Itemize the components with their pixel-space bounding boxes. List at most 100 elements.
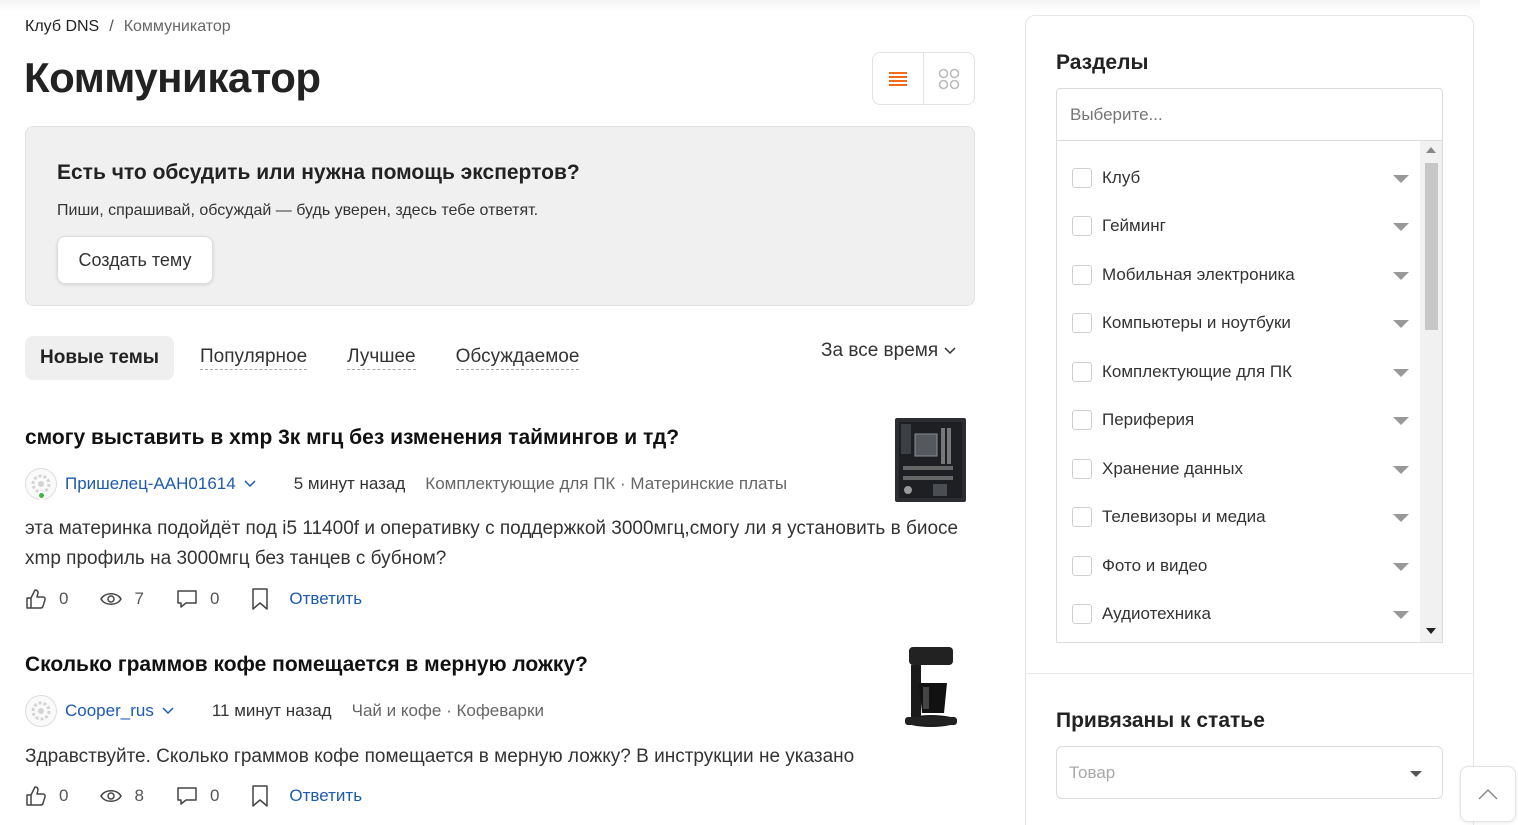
author-link[interactable]: Пришелец-AAH01614 bbox=[65, 474, 236, 494]
section-item[interactable]: Клуб bbox=[1072, 163, 1412, 193]
section-checkbox[interactable] bbox=[1072, 168, 1092, 188]
breadcrumb: Клуб DNS / Коммуникатор bbox=[25, 18, 231, 36]
topic-category-link[interactable]: Комплектующие для ПК · Материнские платы bbox=[425, 474, 787, 494]
section-checkbox[interactable] bbox=[1072, 556, 1092, 576]
chevron-down-icon bbox=[244, 480, 256, 488]
sections-scrollbar[interactable] bbox=[1420, 141, 1442, 642]
section-item[interactable]: Фото и видео bbox=[1072, 551, 1412, 581]
views: 8 bbox=[100, 786, 144, 806]
period-dropdown[interactable]: За все время bbox=[821, 340, 956, 362]
section-checkbox[interactable] bbox=[1072, 265, 1092, 285]
default-avatar-icon bbox=[31, 701, 51, 721]
reply-link[interactable]: Ответить bbox=[289, 589, 362, 609]
bookmark-button[interactable] bbox=[251, 588, 269, 610]
comments-button[interactable]: 0 bbox=[176, 589, 219, 609]
create-topic-promo: Есть что обсудить или нужна помощь экспе… bbox=[25, 126, 975, 306]
expand-triangle-icon[interactable] bbox=[1393, 320, 1409, 328]
view-switch bbox=[872, 52, 975, 105]
sidebar-divider bbox=[1026, 673, 1473, 674]
section-label: Мобильная электроника bbox=[1102, 265, 1295, 284]
scroll-to-top-button[interactable] bbox=[1460, 766, 1516, 822]
topic-category-link[interactable]: Чай и кофе · Кофеварки bbox=[352, 701, 544, 721]
section-item[interactable]: Хранение данных bbox=[1072, 454, 1412, 484]
tab-new-topics[interactable]: Новые темы bbox=[25, 336, 174, 380]
bookmark-icon bbox=[252, 588, 269, 610]
avatar[interactable] bbox=[25, 695, 57, 727]
expand-triangle-icon[interactable] bbox=[1393, 223, 1409, 231]
expand-triangle-icon[interactable] bbox=[1393, 466, 1409, 474]
section-checkbox[interactable] bbox=[1072, 507, 1092, 527]
comment-icon bbox=[177, 590, 197, 608]
section-checkbox[interactable] bbox=[1072, 313, 1092, 333]
author-menu-toggle[interactable] bbox=[162, 707, 174, 715]
expand-triangle-icon[interactable] bbox=[1393, 369, 1409, 377]
section-item[interactable]: Мобильная электроника bbox=[1072, 260, 1412, 290]
tab-best[interactable]: Лучшее bbox=[347, 346, 416, 370]
avatar[interactable] bbox=[25, 468, 57, 500]
topic-time: 11 минут назад bbox=[211, 701, 332, 720]
motherboard-image[interactable] bbox=[893, 416, 968, 504]
topic-card: смогу выставить в xmp 3к мгц без изменен… bbox=[25, 418, 975, 616]
section-label: Периферия bbox=[1102, 410, 1195, 429]
section-checkbox[interactable] bbox=[1072, 362, 1092, 382]
section-item[interactable]: Аудиотехника bbox=[1072, 599, 1412, 629]
section-item[interactable]: Гейминг bbox=[1072, 211, 1412, 241]
section-item[interactable]: Компьютеры и ноутбуки bbox=[1072, 308, 1412, 338]
author-menu-toggle[interactable] bbox=[244, 480, 256, 488]
comment-count: 0 bbox=[209, 589, 220, 608]
bookmark-button[interactable] bbox=[251, 785, 269, 807]
section-checkbox[interactable] bbox=[1072, 216, 1092, 236]
sections-list: Клуб Гейминг Мобильная электроника Компь… bbox=[1056, 141, 1443, 643]
section-checkbox[interactable] bbox=[1072, 459, 1092, 479]
expand-triangle-icon[interactable] bbox=[1393, 272, 1409, 280]
topic-time: 5 минут назад bbox=[293, 474, 406, 493]
thumbs-up-icon bbox=[26, 589, 46, 609]
expand-triangle-icon[interactable] bbox=[1393, 175, 1409, 183]
section-checkbox[interactable] bbox=[1072, 604, 1092, 624]
grid-view-button[interactable] bbox=[923, 53, 974, 104]
topic-title-link[interactable]: Сколько граммов кофе помещается в мерную… bbox=[25, 653, 588, 677]
tab-discussed[interactable]: Обсуждаемое bbox=[455, 346, 580, 370]
section-item[interactable]: Комплектующие для ПК bbox=[1072, 357, 1412, 387]
topic-actions: 0 8 0 Ответить bbox=[25, 785, 362, 807]
promo-title: Есть что обсудить или нужна помощь экспе… bbox=[57, 161, 580, 184]
coffee-maker-image[interactable] bbox=[901, 643, 961, 733]
scroll-down-arrow-icon[interactable] bbox=[1426, 628, 1436, 634]
topic-meta: Cooper_rus 11 минут назад Чай и кофе · К… bbox=[25, 695, 544, 727]
topic-excerpt: Здравствуйте. Сколько граммов кофе помещ… bbox=[25, 746, 855, 767]
scroll-up-arrow-icon[interactable] bbox=[1426, 147, 1436, 153]
author-link[interactable]: Cooper_rus bbox=[65, 701, 154, 721]
topic-card: Сколько граммов кофе помещается в мерную… bbox=[25, 647, 975, 823]
breadcrumb-home-link[interactable]: Клуб DNS bbox=[25, 18, 99, 36]
section-label: Клуб bbox=[1102, 168, 1141, 187]
expand-triangle-icon[interactable] bbox=[1393, 417, 1409, 425]
like-count: 0 bbox=[59, 589, 69, 608]
scrollbar-thumb[interactable] bbox=[1425, 163, 1438, 330]
expand-triangle-icon[interactable] bbox=[1393, 611, 1409, 619]
eye-icon bbox=[100, 593, 123, 605]
comment-count: 0 bbox=[209, 786, 220, 805]
chevron-down-icon bbox=[162, 707, 174, 715]
expand-triangle-icon[interactable] bbox=[1393, 563, 1409, 571]
section-item[interactable]: Телевизоры и медиа bbox=[1072, 502, 1412, 532]
section-label: Комплектующие для ПК bbox=[1102, 362, 1293, 381]
list-view-button[interactable] bbox=[873, 53, 923, 104]
like-button[interactable]: 0 bbox=[25, 785, 68, 807]
topic-excerpt: эта материнка подойдёт под i5 11400f и о… bbox=[25, 518, 959, 569]
thumbs-up-icon bbox=[26, 786, 46, 806]
create-topic-button[interactable]: Создать тему bbox=[57, 236, 213, 284]
section-checkbox[interactable] bbox=[1072, 410, 1092, 430]
period-label: За все время bbox=[821, 340, 939, 361]
reply-link[interactable]: Ответить bbox=[289, 786, 362, 806]
comment-icon bbox=[177, 787, 197, 805]
topic-title-link[interactable]: смогу выставить в xmp 3к мгц без изменен… bbox=[25, 426, 679, 450]
section-item[interactable]: Периферия bbox=[1072, 405, 1412, 435]
comments-button[interactable]: 0 bbox=[176, 786, 219, 806]
product-select[interactable]: Товар bbox=[1056, 746, 1443, 799]
tab-popular[interactable]: Популярное bbox=[199, 346, 308, 370]
sections-search-input[interactable] bbox=[1056, 88, 1443, 141]
like-button[interactable]: 0 bbox=[25, 588, 68, 610]
section-label: Компьютеры и ноутбуки bbox=[1102, 313, 1291, 332]
page-title: Коммуникатор bbox=[24, 54, 321, 101]
expand-triangle-icon[interactable] bbox=[1393, 514, 1409, 522]
